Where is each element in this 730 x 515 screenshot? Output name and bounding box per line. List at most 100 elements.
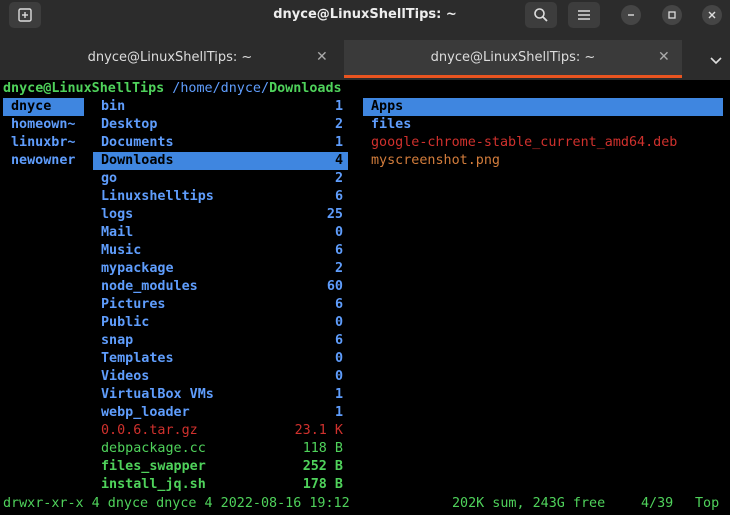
list-item[interactable]: node_modules 60 [93, 278, 348, 296]
list-item[interactable]: go 2 [93, 170, 348, 188]
status-bar: drwxr-xr-x 4 dnyce dnyce 4 2022-08-16 19… [0, 495, 730, 513]
item-size: 4 [334, 153, 343, 168]
item-name: logs [101, 207, 134, 222]
parent-directory-column: dnyce homeown~ linuxbr~ newowner [3, 98, 84, 170]
status-scroll: Top [695, 496, 720, 511]
tab-1[interactable]: dnyce@LinuxShellTips: ~ ✕ [0, 40, 340, 78]
item-name: go [101, 171, 118, 186]
item-name: linuxbr~ [11, 135, 76, 150]
item-size: 1 [334, 405, 343, 420]
prompt-path: /home/dnyce/ [164, 81, 270, 96]
item-name: dnyce [11, 99, 52, 114]
item-name: Downloads [101, 153, 174, 168]
list-item[interactable]: Templates 0 [93, 350, 348, 368]
status-position: 4/39 [641, 496, 674, 511]
item-name: Documents [101, 135, 174, 150]
tab-label: dnyce@LinuxShellTips: ~ [87, 50, 253, 65]
status-permissions: drwxr-xr-x 4 dnyce dnyce 4 2022-08-16 19… [3, 496, 350, 511]
tab-close-icon[interactable]: ✕ [658, 49, 670, 65]
tab-label: dnyce@LinuxShellTips: ~ [430, 50, 596, 65]
terminal-area[interactable]: dnyce@LinuxShellTips /home/dnyce/Downloa… [0, 80, 730, 515]
item-size: 2 [334, 261, 343, 276]
preview-column: Apps files google-chrome-stable_current_am… [363, 98, 723, 170]
item-name: newowner [11, 153, 76, 168]
chevron-down-icon [710, 57, 722, 65]
list-item[interactable]: newowner [3, 152, 84, 170]
item-size: 178 B [302, 477, 343, 492]
close-window-button[interactable] [702, 5, 722, 25]
item-size: 0 [334, 225, 343, 240]
list-item[interactable]: linuxbr~ [3, 134, 84, 152]
list-item[interactable]: myscreenshot.png [363, 152, 723, 170]
maximize-button[interactable] [662, 5, 682, 25]
item-size: 23.1 K [294, 423, 343, 438]
item-size: 60 [326, 279, 343, 294]
hamburger-menu-icon [578, 10, 590, 20]
status-summary: 202K sum, 243G free [452, 496, 606, 511]
item-name: homeown~ [11, 117, 76, 132]
list-item[interactable]: Documents 1 [93, 134, 348, 152]
list-item[interactable]: install_jq.sh 178 B [93, 476, 348, 494]
item-name: install_jq.sh [101, 477, 206, 492]
item-name: Videos [101, 369, 150, 384]
list-item[interactable]: VirtualBox VMs 1 [93, 386, 348, 404]
item-size: 6 [334, 189, 343, 204]
item-size: 1 [334, 135, 343, 150]
tab-close-icon[interactable]: ✕ [316, 49, 328, 65]
item-size: 2 [334, 171, 343, 186]
item-size: 6 [334, 333, 343, 348]
list-item[interactable]: Pictures 6 [93, 296, 348, 314]
item-size: 0 [334, 369, 343, 384]
item-name: debpackage.cc [101, 441, 206, 456]
item-name: files [371, 117, 412, 132]
item-name: 0.0.6.tar.gz [101, 423, 198, 438]
item-size: 1 [334, 99, 343, 114]
list-item[interactable]: Apps [363, 98, 723, 116]
list-item[interactable]: webp_loader 1 [93, 404, 348, 422]
item-size: 118 B [302, 441, 343, 456]
list-item[interactable]: Music 6 [93, 242, 348, 260]
item-size: 2 [334, 117, 343, 132]
item-name: Apps [371, 99, 404, 114]
tab-bar: dnyce@LinuxShellTips: ~ ✕ dnyce@LinuxShe… [0, 30, 730, 80]
list-item[interactable]: logs 25 [93, 206, 348, 224]
item-size: 6 [334, 297, 343, 312]
list-item[interactable]: dnyce [3, 98, 84, 116]
list-item[interactable]: mypackage 2 [93, 260, 348, 278]
list-item[interactable]: Desktop 2 [93, 116, 348, 134]
minimize-button[interactable] [621, 5, 641, 25]
window-titlebar: dnyce@LinuxShellTips: ~ [0, 0, 730, 30]
item-name: Pictures [101, 297, 166, 312]
item-name: Desktop [101, 117, 158, 132]
item-name: Templates [101, 351, 174, 366]
tab-list-button[interactable] [710, 50, 722, 69]
close-icon [708, 11, 716, 19]
item-size: 252 B [302, 459, 343, 474]
item-name: myscreenshot.png [371, 153, 500, 168]
item-name: snap [101, 333, 134, 348]
list-item[interactable]: files [363, 116, 723, 134]
current-directory-column: bin 1 Desktop 2 Documents 1 Downloads 4 go 2 Linux… [93, 98, 348, 494]
list-item[interactable]: google-chrome-stable_current_amd64.deb [363, 134, 723, 152]
list-item[interactable]: Public 0 [93, 314, 348, 332]
menu-button[interactable] [568, 2, 600, 28]
item-size: 1 [334, 387, 343, 402]
list-item[interactable]: 0.0.6.tar.gz 23.1 K [93, 422, 348, 440]
list-item[interactable]: Downloads 4 [93, 152, 348, 170]
tab-2[interactable]: dnyce@LinuxShellTips: ~ ✕ [344, 40, 682, 78]
list-item[interactable]: debpackage.cc 118 B [93, 440, 348, 458]
list-item[interactable]: files_swapper 252 B [93, 458, 348, 476]
item-size: 6 [334, 243, 343, 258]
item-name: Mail [101, 225, 134, 240]
list-item[interactable]: homeown~ [3, 116, 84, 134]
item-name: Linuxshelltips [101, 189, 214, 204]
list-item[interactable]: bin 1 [93, 98, 348, 116]
list-item[interactable]: Mail 0 [93, 224, 348, 242]
list-item[interactable]: Videos 0 [93, 368, 348, 386]
search-icon [534, 8, 548, 22]
item-name: mypackage [101, 261, 174, 276]
list-item[interactable]: snap 6 [93, 332, 348, 350]
search-button[interactable] [525, 2, 557, 28]
list-item[interactable]: Linuxshelltips 6 [93, 188, 348, 206]
prompt-line: dnyce@LinuxShellTips /home/dnyce/Downloa… [3, 80, 342, 98]
